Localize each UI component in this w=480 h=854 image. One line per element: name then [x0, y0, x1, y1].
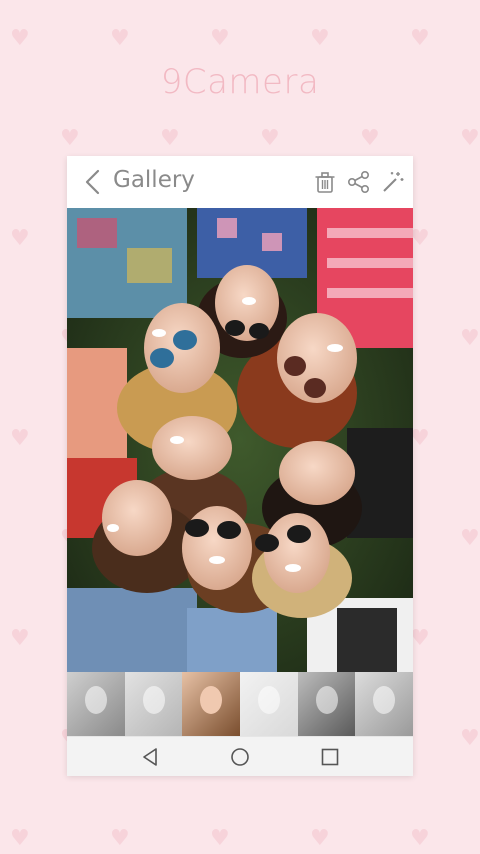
- heart-icon: ♥: [10, 426, 30, 451]
- thumbnail-image: [200, 686, 223, 714]
- thumbnail-image: [142, 686, 165, 714]
- thumbnail-4[interactable]: [239, 672, 298, 736]
- thumbnail-5[interactable]: [297, 672, 356, 736]
- heart-icon: ♥: [10, 226, 30, 251]
- thumbnail-6[interactable]: [355, 672, 413, 736]
- gallery-toolbar: Gallery: [67, 156, 413, 208]
- thumbnail-2[interactable]: [124, 672, 183, 736]
- heart-icon: ♥: [460, 726, 480, 751]
- thumbnail-image: [257, 686, 280, 714]
- heart-icon: ♥: [310, 26, 330, 51]
- back-triangle-icon[interactable]: [137, 743, 165, 771]
- thumbnail-image: [85, 686, 107, 714]
- heart-icon: ♥: [260, 126, 280, 151]
- app-title: 9Camera: [160, 62, 320, 102]
- magic-wand-icon[interactable]: [380, 169, 406, 195]
- back-chevron-icon[interactable]: [81, 168, 105, 196]
- android-navigation-bar: [67, 736, 413, 776]
- heart-icon: ♥: [10, 26, 30, 51]
- heart-icon: ♥: [10, 826, 30, 851]
- heart-icon: ♥: [160, 126, 180, 151]
- thumbnail-image: [373, 686, 396, 714]
- heart-icon: ♥: [410, 26, 430, 51]
- thumbnail-1[interactable]: [67, 672, 125, 736]
- selected-photo[interactable]: [67, 208, 413, 672]
- heart-icon: ♥: [10, 626, 30, 651]
- heart-icon: ♥: [210, 26, 230, 51]
- heart-icon: ♥: [110, 26, 130, 51]
- gallery-title: Gallery: [113, 167, 195, 193]
- heart-icon: ♥: [60, 126, 80, 151]
- heart-icon: ♥: [460, 126, 480, 151]
- thumbnail-strip: [67, 672, 413, 736]
- thumbnail-image: [315, 686, 338, 714]
- heart-icon: ♥: [410, 826, 430, 851]
- heart-icon: ♥: [110, 826, 130, 851]
- heart-icon: ♥: [360, 126, 380, 151]
- group-photo-image: [67, 208, 413, 672]
- thumbnail-3[interactable]: [182, 672, 240, 736]
- heart-icon: ♥: [210, 826, 230, 851]
- trash-icon[interactable]: [312, 169, 338, 195]
- share-icon[interactable]: [346, 169, 372, 195]
- heart-icon: ♥: [460, 526, 480, 551]
- heart-icon: ♥: [310, 826, 330, 851]
- heart-icon: ♥: [460, 326, 480, 351]
- phone-frame: Gallery: [67, 156, 413, 776]
- home-circle-icon[interactable]: [226, 743, 254, 771]
- recents-square-icon[interactable]: [316, 743, 344, 771]
